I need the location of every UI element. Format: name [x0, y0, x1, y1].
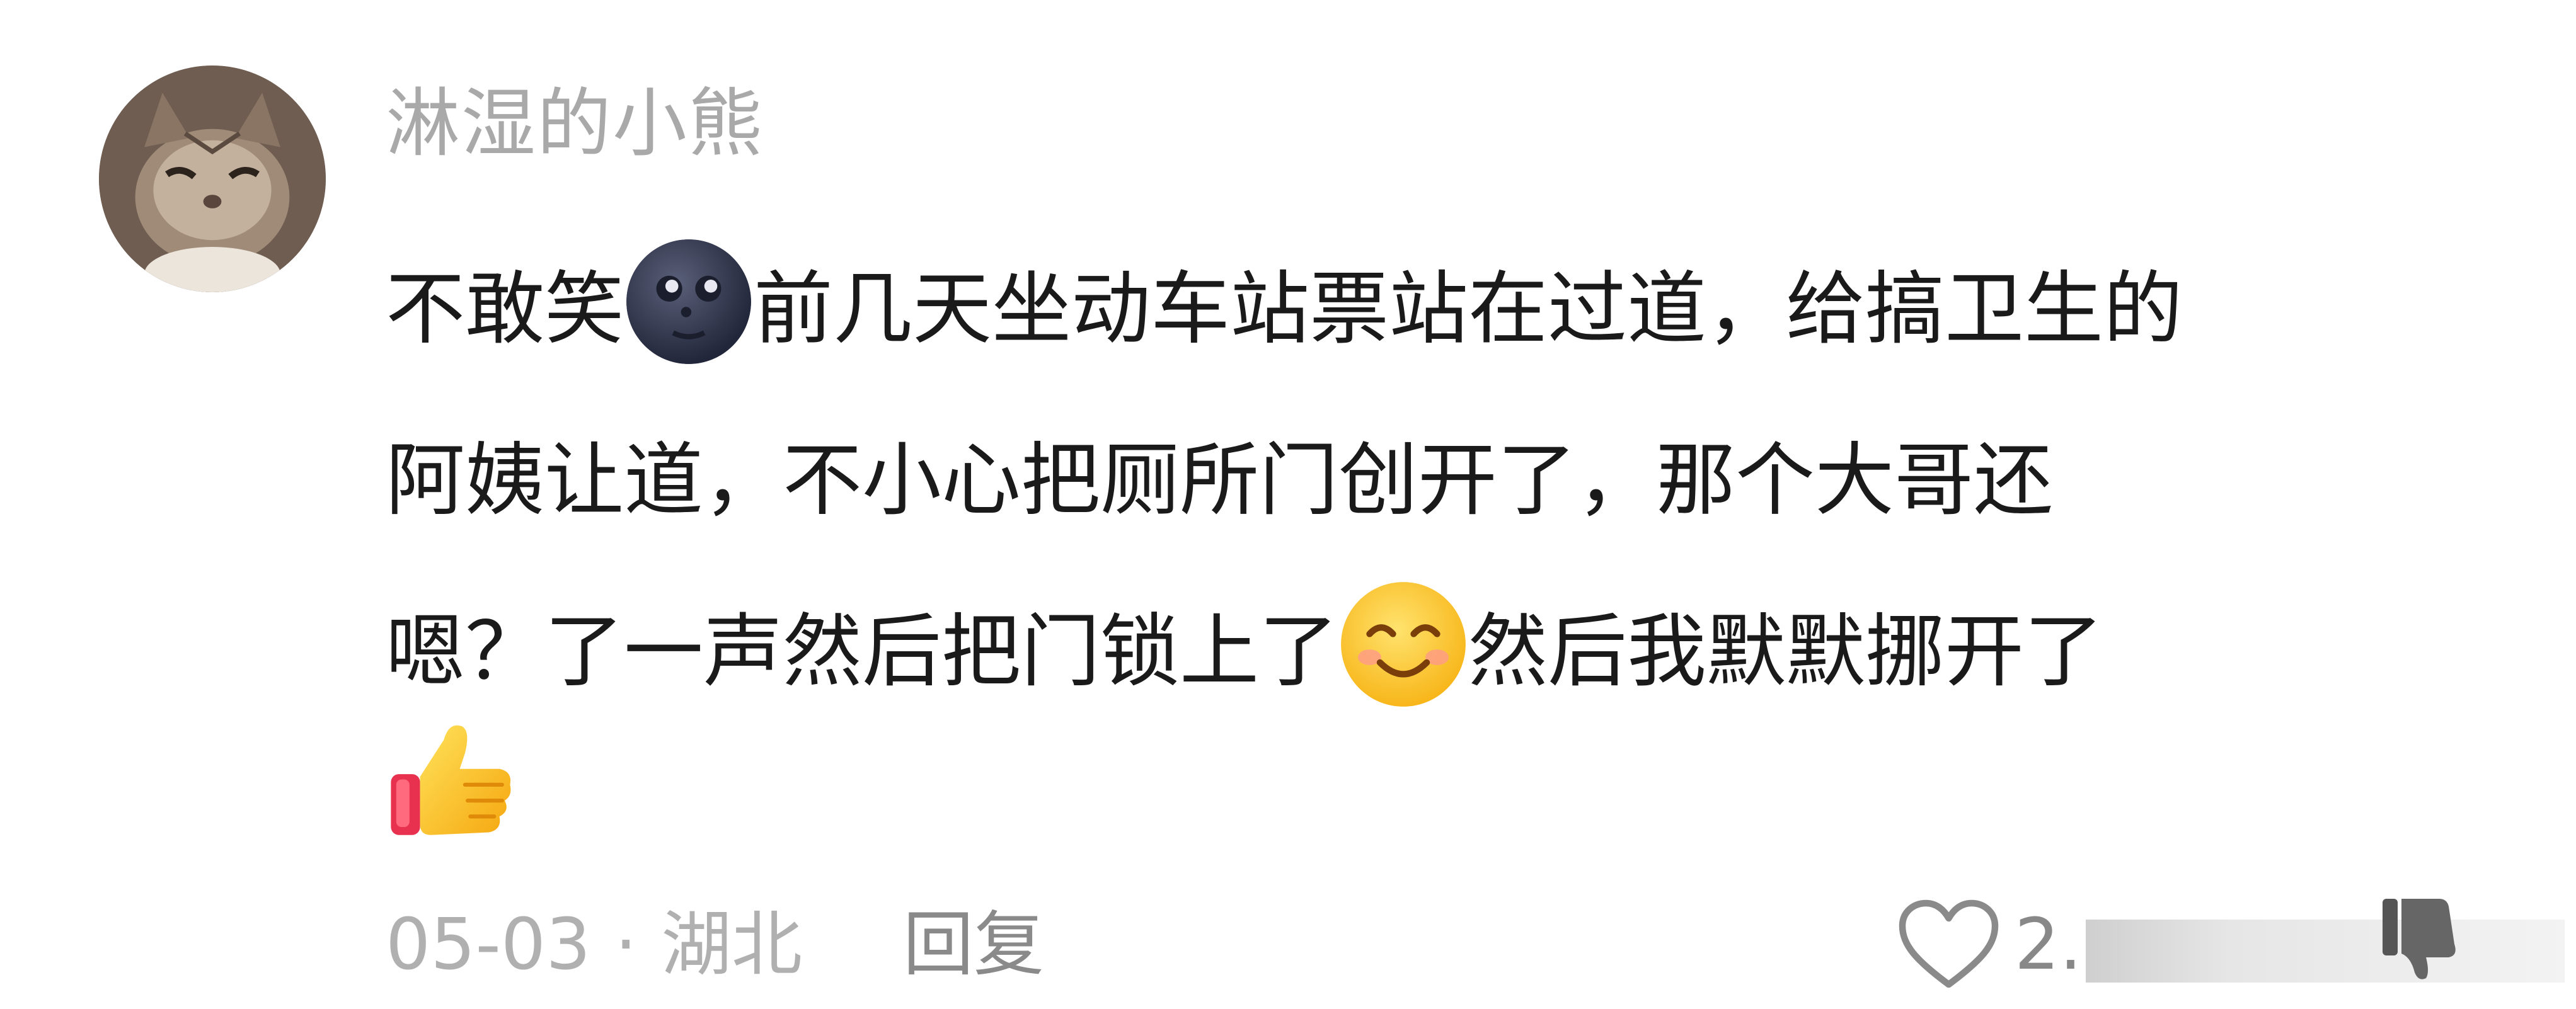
thumbs-down-icon[interactable] — [2369, 891, 2464, 986]
avatar[interactable] — [99, 66, 326, 292]
comment-text-segment: 不敢笑 — [386, 263, 624, 355]
like-button[interactable]: 2. — [1897, 888, 2082, 1001]
comment-text-segment: 阿姨让道，不小心把厕所门创开了，那个大哥还 — [386, 434, 2053, 527]
cat-avatar-image — [99, 66, 326, 292]
comment-username[interactable]: 淋湿的小熊 — [386, 79, 764, 168]
comment-line-2: 阿姨让道，不小心把厕所门创开了，那个大哥还 — [386, 395, 2516, 566]
comment-body: 不敢笑 前几天坐动车站票站在过道，给搞卫生的 阿姨让道，不小心把厕所门创开了，那… — [386, 224, 2516, 738]
comment-date: 05-03 — [386, 904, 591, 986]
thumbs-up-emoji — [386, 712, 518, 847]
smiling-face-emoji — [1338, 579, 1468, 709]
comment-text-segment: 然后我默默挪开了 — [1468, 605, 2103, 698]
comment-text-segment: 嗯？了一声然后把门锁上了 — [386, 605, 1338, 698]
comment-text-segment: 前几天坐动车站票站在过道，给搞卫生的 — [754, 263, 2183, 355]
heart-outline-icon[interactable] — [1897, 898, 2001, 992]
meta-separator: · — [614, 904, 638, 986]
comment-line-3: 嗯？了一声然后把门锁上了 然后我默默挪开了 — [386, 566, 2516, 738]
comment-item: 淋湿的小熊 不敢笑 前几天坐动车站票站在过道，给搞卫生的 阿姨让道，不小心把厕所… — [0, 0, 2576, 1009]
like-count: 2. — [2015, 904, 2082, 986]
new-moon-face-emoji — [624, 237, 754, 367]
comment-line-1: 不敢笑 前几天坐动车站票站在过道，给搞卫生的 — [386, 224, 2516, 395]
comment-meta: 05-03 · 湖北 回复 — [386, 894, 1044, 995]
comment-location: 湖北 — [661, 904, 803, 986]
blur-overlay — [2086, 920, 2565, 983]
reply-button[interactable]: 回复 — [903, 894, 1044, 995]
